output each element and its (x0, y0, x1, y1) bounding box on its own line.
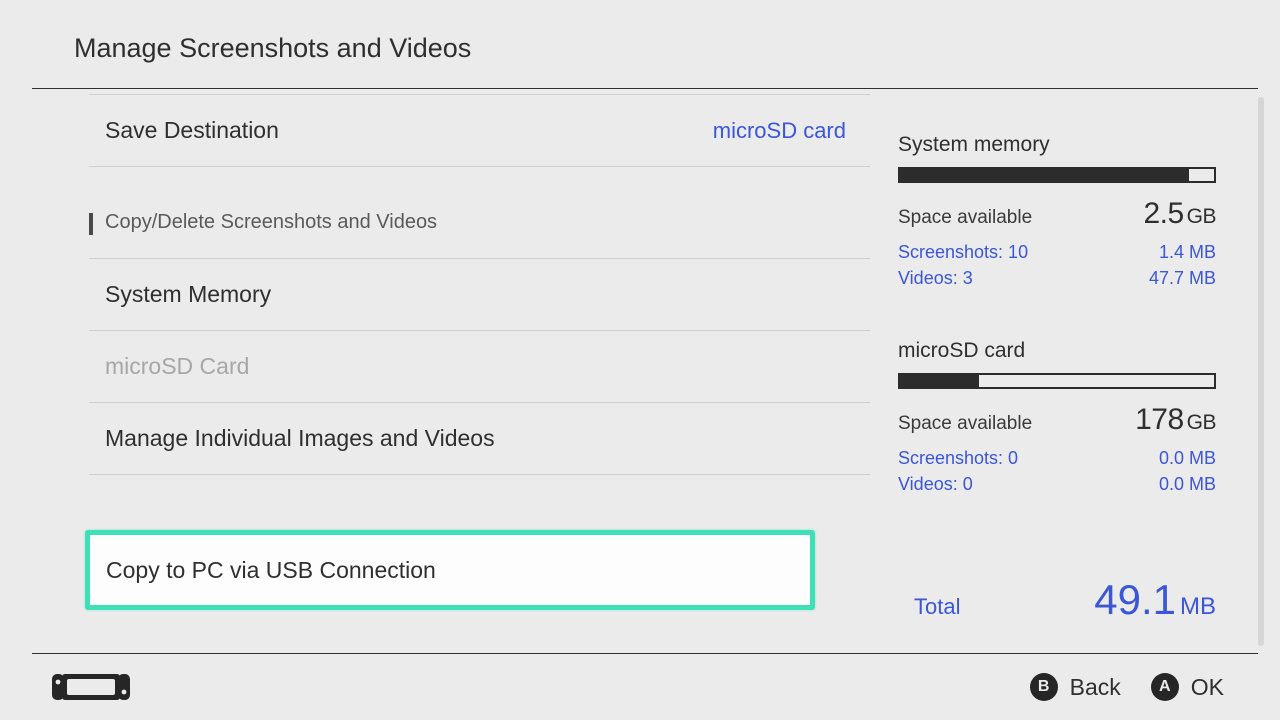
b-button-icon: B (1030, 673, 1058, 701)
header: Manage Screenshots and Videos (0, 0, 1280, 88)
menu-item-manage-individual[interactable]: Manage Individual Images and Videos (89, 403, 870, 475)
total-label: Total (898, 594, 960, 620)
footer-btn-label: OK (1191, 674, 1224, 701)
main-content: Save Destination microSD card Copy/Delet… (0, 89, 1280, 654)
storage-title: microSD card (898, 339, 1244, 363)
footer-btn-label: Back (1070, 674, 1121, 701)
menu-item-system-memory[interactable]: System Memory (89, 259, 870, 331)
storage-total-row: Total 49.1MB (898, 576, 1216, 624)
menu-label: Save Destination (105, 117, 279, 144)
page-title: Manage Screenshots and Videos (74, 33, 1280, 64)
stat-screenshots: Screenshots: 0 0.0 MB (898, 445, 1216, 471)
storage-system-memory: System memory Space available 2.5GB Scre… (898, 133, 1244, 291)
menu-label: Copy to PC via USB Connection (106, 557, 436, 584)
storage-bar-fill (900, 169, 1189, 181)
footer-back-button[interactable]: B Back (1030, 673, 1121, 701)
menu-label: microSD Card (105, 353, 249, 380)
footer: B Back A OK (0, 654, 1280, 720)
storage-microsd: microSD card Space available 178GB Scree… (898, 339, 1244, 497)
space-value: 178GB (1135, 403, 1216, 437)
a-button-icon: A (1151, 673, 1179, 701)
menu-gap (89, 475, 870, 530)
storage-bar-system (898, 167, 1216, 183)
menu-column: Save Destination microSD card Copy/Delet… (0, 89, 870, 654)
section-label: Copy/Delete Screenshots and Videos (105, 211, 437, 234)
storage-panel: System memory Space available 2.5GB Scre… (870, 89, 1280, 654)
stat-videos: Videos: 3 47.7 MB (898, 265, 1216, 291)
menu-label: Manage Individual Images and Videos (105, 425, 495, 452)
menu-value: microSD card (713, 118, 846, 144)
controller-icon (52, 672, 130, 702)
space-label: Space available (898, 413, 1032, 435)
scrollbar[interactable] (1258, 97, 1264, 646)
menu-item-microsd-card[interactable]: microSD Card (89, 331, 870, 403)
stat-videos: Videos: 0 0.0 MB (898, 471, 1216, 497)
storage-title: System memory (898, 133, 1244, 157)
menu-label: System Memory (105, 281, 271, 308)
space-available-row: Space available 178GB (898, 403, 1216, 437)
total-value: 49.1MB (1094, 576, 1216, 624)
storage-bar-fill (900, 375, 979, 387)
menu-item-copy-usb[interactable]: Copy to PC via USB Connection (85, 530, 815, 610)
footer-ok-button[interactable]: A OK (1151, 673, 1224, 701)
stat-screenshots: Screenshots: 10 1.4 MB (898, 239, 1216, 265)
space-label: Space available (898, 207, 1032, 229)
section-header-copy-delete: Copy/Delete Screenshots and Videos (89, 187, 870, 259)
space-available-row: Space available 2.5GB (898, 197, 1216, 231)
menu-item-save-destination[interactable]: Save Destination microSD card (89, 95, 870, 167)
space-value: 2.5GB (1143, 197, 1216, 231)
storage-bar-sd (898, 373, 1216, 389)
